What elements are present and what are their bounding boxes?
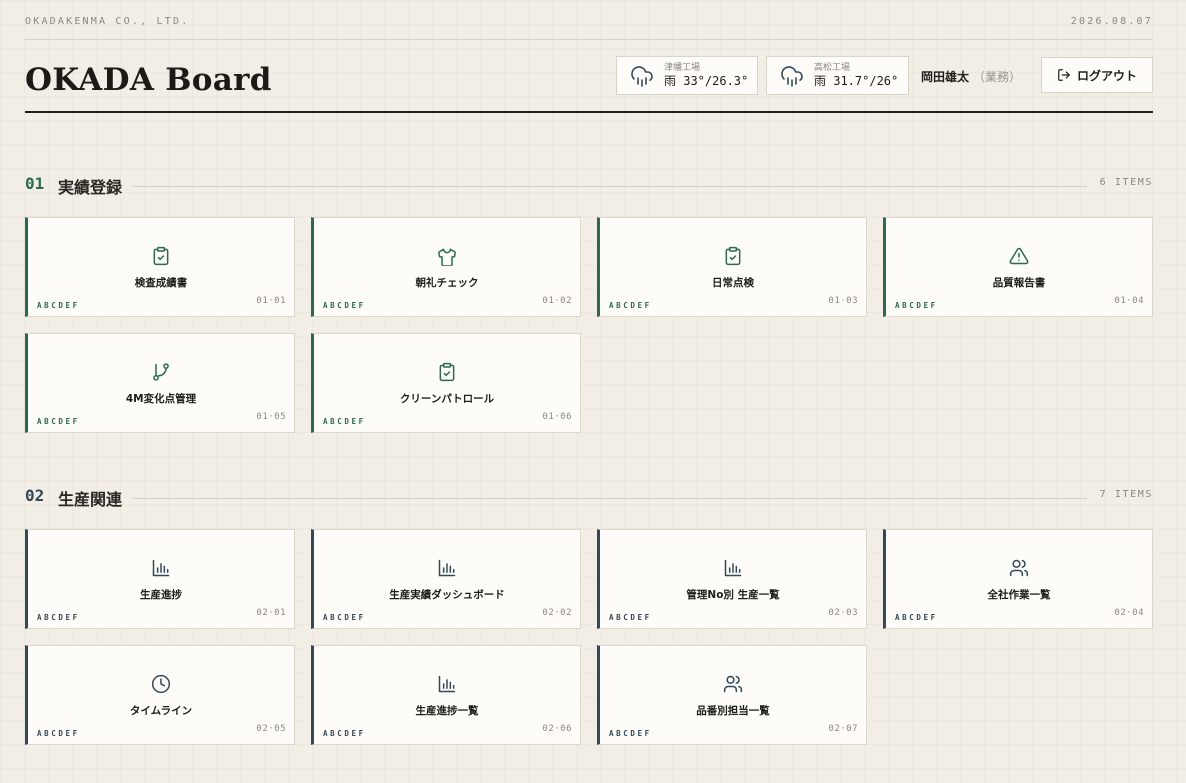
app-title: OKADA Board	[25, 62, 272, 98]
section-header-production: 02 生産関連 7 ITEMS	[25, 486, 1153, 509]
card-production-progress-list[interactable]: 生産進捗一覧 ABCDEF 02·06	[311, 645, 581, 745]
card-code: 02·07	[828, 724, 858, 734]
card-label: タイムライン	[129, 705, 193, 717]
card-tag: ABCDEF	[37, 729, 80, 738]
card-code: 02·03	[828, 608, 858, 618]
weather-factory-name: 津幡工場	[664, 63, 701, 73]
card-label: 4M変化点管理	[125, 393, 197, 405]
card-tag: ABCDEF	[895, 301, 938, 310]
card-label: 管理No別 生産一覧	[686, 589, 780, 601]
card-code: 02·04	[1114, 608, 1144, 618]
section-divider	[133, 498, 1087, 499]
card-tag: ABCDEF	[37, 417, 80, 426]
bar-chart-icon	[152, 559, 170, 577]
card-code: 01·04	[1114, 296, 1144, 306]
card-tag: ABCDEF	[37, 613, 80, 622]
card-label: 生産進捗	[140, 589, 182, 601]
git-branch-icon	[153, 363, 169, 381]
card-tag: ABCDEF	[37, 301, 80, 310]
card-code: 02·01	[256, 608, 286, 618]
current-date: 2026.08.07	[1070, 16, 1153, 27]
card-clean-patrol[interactable]: クリーンパトロール ABCDEF 01·06	[311, 333, 581, 433]
current-user: 岡田雄太 （業務）	[921, 68, 1021, 85]
logout-label: ログアウト	[1076, 68, 1137, 83]
card-code: 01·06	[542, 412, 572, 422]
clipboard-check-icon	[725, 246, 741, 266]
card-label: 朝礼チェック	[415, 277, 479, 289]
users-icon	[723, 675, 743, 693]
bar-chart-icon	[724, 559, 742, 577]
bar-chart-icon	[438, 559, 456, 577]
company-name: OKADAKENMA CO., LTD.	[25, 16, 190, 27]
card-label: 生産実績ダッシュボード	[389, 589, 505, 601]
card-inspection-report[interactable]: 検査成績書 ABCDEF 01·01	[25, 217, 295, 317]
card-company-work-list[interactable]: 全社作業一覧 ABCDEF 02·04	[883, 529, 1153, 629]
card-tag: ABCDEF	[323, 301, 366, 310]
logout-button[interactable]: ログアウト	[1041, 57, 1153, 93]
section-number: 01	[25, 174, 45, 193]
card-code: 01·02	[542, 296, 572, 306]
card-code: 01·03	[828, 296, 858, 306]
card-code: 02·05	[256, 724, 286, 734]
clipboard-check-icon	[153, 246, 169, 266]
section-title: 実績登録	[58, 178, 123, 197]
section-divider	[133, 186, 1087, 187]
user-role: （業務）	[973, 70, 1022, 84]
card-tag: ABCDEF	[323, 613, 366, 622]
warning-triangle-icon	[1009, 247, 1029, 265]
card-code: 01·05	[256, 412, 286, 422]
clock-icon	[151, 674, 171, 694]
card-4m-change-management[interactable]: 4M変化点管理 ABCDEF 01·05	[25, 333, 295, 433]
card-tag: ABCDEF	[323, 729, 366, 738]
card-morning-check[interactable]: 朝礼チェック ABCDEF 01·02	[311, 217, 581, 317]
users-icon	[1009, 559, 1029, 577]
section-item-count: 7 ITEMS	[1099, 489, 1153, 500]
section-header-records: 01 実績登録 6 ITEMS	[25, 174, 1153, 197]
cloud-rain-icon	[631, 65, 653, 87]
section-title: 生産関連	[58, 490, 123, 509]
top-bar: OKADAKENMA CO., LTD. 2026.08.07	[25, 16, 1153, 40]
header-divider	[25, 111, 1153, 113]
clipboard-check-icon	[439, 362, 455, 382]
weather-widget-tsubata: 津幡工場 雨 33°/26.3°	[616, 56, 758, 95]
card-quality-report[interactable]: 品質報告書 ABCDEF 01·04	[883, 217, 1153, 317]
card-tag: ABCDEF	[895, 613, 938, 622]
section-number: 02	[25, 486, 45, 505]
card-production-by-control-no[interactable]: 管理No別 生産一覧 ABCDEF 02·03	[597, 529, 867, 629]
bar-chart-icon	[438, 675, 456, 693]
card-tag: ABCDEF	[609, 301, 652, 310]
section-item-count: 6 ITEMS	[1099, 177, 1153, 188]
card-tag: ABCDEF	[609, 729, 652, 738]
card-label: 生産進捗一覧	[415, 705, 479, 717]
card-label: 品質報告書	[992, 277, 1046, 289]
card-tag: ABCDEF	[609, 613, 652, 622]
card-code: 02·02	[542, 608, 572, 618]
card-code: 02·06	[542, 724, 572, 734]
card-label: 検査成績書	[134, 277, 188, 289]
card-timeline[interactable]: タイムライン ABCDEF 02·05	[25, 645, 295, 745]
cloud-rain-icon	[781, 65, 803, 87]
weather-widget-takamatsu: 高松工場 雨 31.7°/26°	[766, 56, 909, 95]
user-name: 岡田雄太	[921, 70, 970, 84]
card-daily-inspection[interactable]: 日常点検 ABCDEF 01·03	[597, 217, 867, 317]
card-label: 全社作業一覧	[987, 589, 1051, 601]
card-label: 日常点検	[712, 277, 754, 289]
logout-icon	[1058, 69, 1070, 81]
weather-value: 雨 33°/26.3°	[664, 74, 749, 88]
card-label: 品番別担当一覧	[696, 705, 770, 717]
card-code: 01·01	[256, 296, 286, 306]
card-label: クリーンパトロール	[399, 393, 495, 405]
shirt-icon	[438, 248, 456, 266]
weather-factory-name: 高松工場	[814, 63, 851, 73]
card-tag: ABCDEF	[323, 417, 366, 426]
card-production-progress[interactable]: 生産進捗 ABCDEF 02·01	[25, 529, 295, 629]
card-production-dashboard[interactable]: 生産実績ダッシュボード ABCDEF 02·02	[311, 529, 581, 629]
weather-value: 雨 31.7°/26°	[814, 74, 899, 88]
card-assignee-by-part-number[interactable]: 品番別担当一覧 ABCDEF 02·07	[597, 645, 867, 745]
